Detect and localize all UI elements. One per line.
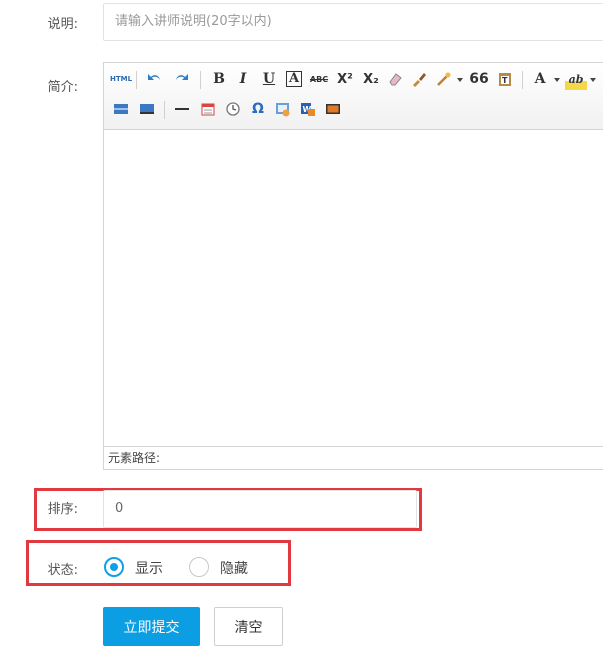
- insert-date-button[interactable]: [197, 98, 219, 120]
- status-hide-label[interactable]: 隐藏: [220, 558, 248, 578]
- insert-media-button[interactable]: [322, 98, 344, 120]
- insert-row-button[interactable]: [110, 98, 132, 120]
- eraser-button[interactable]: [384, 68, 406, 90]
- auto-format-button[interactable]: [433, 68, 455, 90]
- clock-icon: [226, 102, 240, 116]
- status-hide-radio[interactable]: [189, 557, 209, 577]
- chevron-down-icon[interactable]: [554, 78, 560, 82]
- special-char-button[interactable]: Ω: [247, 98, 269, 120]
- toolbar-separator: [200, 71, 201, 89]
- table-insert-icon: [114, 104, 128, 114]
- reset-button[interactable]: 清空: [214, 607, 283, 646]
- intro-label: 简介:: [47, 80, 78, 95]
- toolbar-separator: [164, 101, 165, 119]
- brush-icon: [413, 73, 426, 87]
- blockquote-button[interactable]: 66: [468, 68, 490, 90]
- horizontal-rule-button[interactable]: [171, 98, 193, 120]
- strikethrough-button[interactable]: ABC: [308, 68, 330, 90]
- status-show-label[interactable]: 显示: [135, 558, 163, 578]
- status-label: 状态:: [47, 563, 78, 578]
- font-border-icon: A: [285, 71, 303, 87]
- sort-input[interactable]: 0: [103, 490, 417, 528]
- redo-icon: [176, 74, 188, 80]
- paste-text-icon: T: [499, 73, 511, 86]
- svg-text:T: T: [502, 76, 508, 85]
- chevron-down-icon[interactable]: [590, 78, 596, 82]
- word-image-button[interactable]: W: [297, 98, 319, 120]
- sort-label: 排序:: [47, 502, 78, 517]
- superscript-button[interactable]: X²: [334, 68, 356, 90]
- editor-toolbar: HTML B I U A ABC X² X₂ 66 T A ab Ω W: [104, 63, 603, 130]
- paste-text-button[interactable]: T: [494, 68, 516, 90]
- toolbar-separator: [136, 71, 137, 89]
- italic-button[interactable]: I: [232, 68, 254, 90]
- submit-button[interactable]: 立即提交: [103, 607, 200, 646]
- undo-button[interactable]: [144, 68, 166, 90]
- rich-text-editor: HTML B I U A ABC X² X₂ 66 T A ab Ω W 元素路…: [103, 62, 603, 470]
- desc-input[interactable]: 请输入讲师说明(20字以内): [103, 3, 603, 41]
- insert-col-button[interactable]: [136, 98, 158, 120]
- font-border-button[interactable]: A: [283, 68, 305, 90]
- image-icon: [276, 103, 290, 117]
- font-color-button[interactable]: A: [529, 68, 551, 90]
- subscript-button[interactable]: X₂: [360, 68, 382, 90]
- insert-image-button[interactable]: [272, 98, 294, 120]
- table-col-icon: [140, 104, 154, 114]
- html-source-button[interactable]: HTML: [110, 68, 132, 90]
- undo-icon: [148, 74, 160, 80]
- eraser-icon: [389, 73, 402, 86]
- insert-time-button[interactable]: [222, 98, 244, 120]
- magic-wand-icon: [437, 72, 451, 86]
- horizontal-rule-icon: [175, 108, 189, 110]
- format-brush-button[interactable]: [408, 68, 430, 90]
- teacher-form: 说明: 请输入讲师说明(20字以内) 简介: HTML B I U A ABC …: [0, 0, 603, 665]
- toolbar-separator: [522, 71, 523, 89]
- word-image-icon: W: [301, 103, 315, 116]
- highlight-button[interactable]: ab: [565, 68, 587, 90]
- calendar-icon: [201, 103, 215, 116]
- chevron-down-icon[interactable]: [457, 78, 463, 82]
- desc-label: 说明:: [47, 17, 78, 32]
- bold-button[interactable]: B: [208, 68, 230, 90]
- editor-status-path: 元素路径:: [104, 446, 603, 469]
- media-icon: [326, 104, 340, 114]
- underline-button[interactable]: U: [258, 68, 280, 90]
- redo-button[interactable]: [170, 68, 192, 90]
- status-show-radio[interactable]: [104, 557, 124, 577]
